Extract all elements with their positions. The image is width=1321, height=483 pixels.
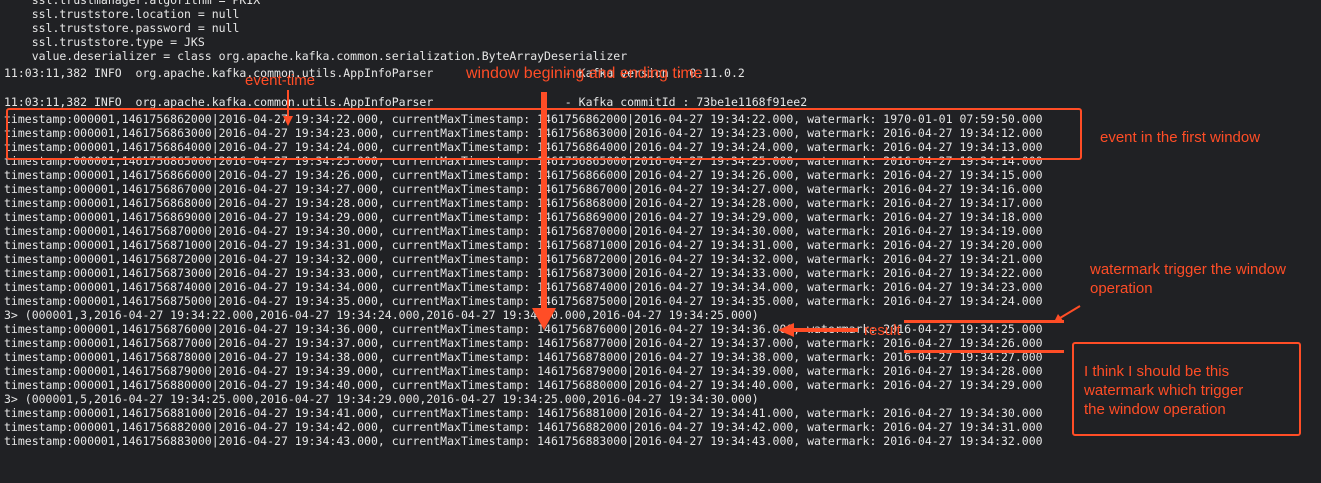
window-time-label: window begining and ending time: [466, 65, 703, 82]
first-window-label: event in the first window: [1100, 129, 1261, 146]
event-time-label: event-time: [245, 72, 316, 89]
watermark-trigger-label-1: watermark trigger the window: [1090, 261, 1286, 278]
suggestion-label-1: I think I should be this: [1084, 363, 1230, 380]
event-time-arrow: [283, 90, 293, 126]
watermark-arrow: [1054, 305, 1081, 322]
watermark-trigger-label-2: operation: [1090, 280, 1153, 297]
result-label: result: [864, 322, 901, 339]
window-arrow: [532, 92, 556, 330]
suggestion-label-3: the window operation: [1084, 401, 1226, 418]
result-arrow: [778, 323, 858, 337]
suggestion-label-2: watermark which trigger: [1084, 382, 1244, 399]
